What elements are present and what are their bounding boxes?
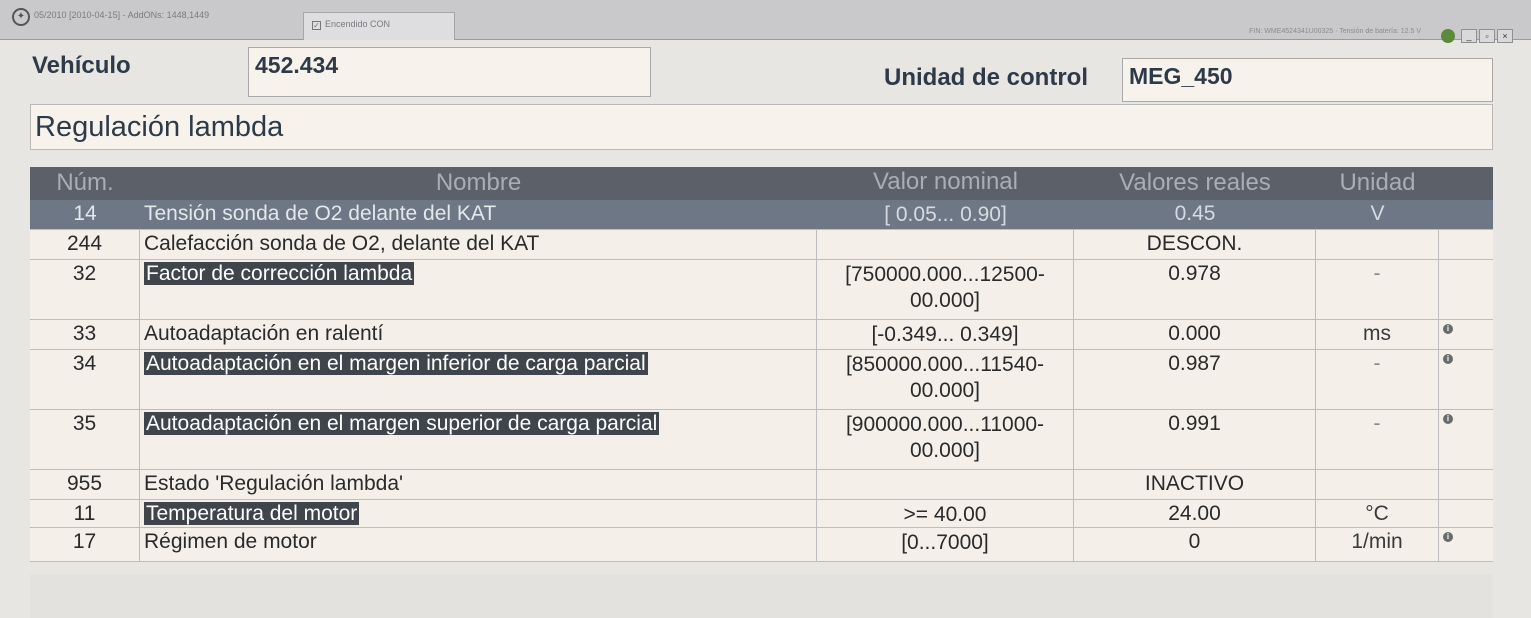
minimize-button[interactable]: _ (1461, 29, 1477, 43)
row-actual: 0.000 (1074, 320, 1316, 349)
row-name: Autoadaptación en ralentí (140, 320, 817, 349)
row-info (1439, 200, 1493, 229)
row-info: i (1439, 410, 1493, 469)
row-actual: 0.45 (1174, 202, 1216, 225)
row-name: Temperatura del motor (140, 500, 817, 527)
row-num: 35 (30, 410, 140, 469)
row-nominal: >= 40.00 (817, 500, 1074, 527)
row-name: Estado 'Regulación lambda' (140, 470, 817, 499)
section-title: Regulación lambda (30, 104, 1493, 150)
ecu-field: MEG_450 (1122, 58, 1493, 102)
row-unit (1316, 230, 1439, 259)
info-icon[interactable]: i (1443, 354, 1453, 364)
row-info (1439, 470, 1493, 499)
ecu-label: Unidad de control (884, 64, 1088, 91)
row-nominal: [0...7000] (817, 528, 1074, 561)
row-unit: - (1316, 350, 1439, 409)
col-nominal-header[interactable]: Valor nominal (817, 167, 1074, 200)
row-actual: 0 (1074, 528, 1316, 561)
col-unit-header[interactable]: Unidad (1316, 167, 1439, 200)
col-actual-header[interactable]: Valores reales (1074, 167, 1316, 200)
table-header: Núm. Nombre Valor nominal Valores reales… (30, 167, 1493, 200)
col-info-header (1439, 167, 1493, 200)
row-actual: 0.987 (1074, 350, 1316, 409)
row-num: 955 (30, 470, 140, 499)
table-row[interactable]: 34 Autoadaptación en el margen inferior … (30, 350, 1493, 410)
row-actual: 0.978 (1074, 260, 1316, 319)
row-info: i (1439, 350, 1493, 409)
row-name-highlighted: Factor de corrección lambda (144, 262, 415, 285)
mercedes-star-icon: ✦ (12, 8, 30, 26)
table-row[interactable]: 32 Factor de corrección lambda [750000.0… (30, 260, 1493, 320)
checkbox-icon: ✓ (312, 21, 321, 30)
row-nominal (817, 470, 1074, 499)
row-num: 17 (30, 528, 140, 561)
row-name: Régimen de motor (140, 528, 817, 561)
row-unit: - (1316, 410, 1439, 469)
row-actual: INACTIVO (1074, 470, 1316, 499)
row-num: 244 (30, 230, 140, 259)
table-row[interactable]: 17 Régimen de motor [0...7000] 0 1/min i (30, 528, 1493, 562)
vehicle-field: 452.434 (248, 47, 651, 97)
row-name-highlighted: Temperatura del motor (144, 502, 360, 525)
row-actual: DESCON. (1074, 230, 1316, 259)
col-num-header[interactable]: Núm. (30, 167, 140, 200)
window-titlebar: ✦ 05/2010 [2010-04-15] - AddONs: 1448,14… (0, 0, 1531, 43)
empty-panel-area (30, 574, 1493, 618)
row-name-highlighted: Autoadaptación en el margen inferior de … (144, 352, 648, 375)
info-icon[interactable]: i (1443, 414, 1453, 424)
row-nominal: [ 0.05... 0.90] (884, 203, 1007, 226)
row-num: 11 (30, 500, 140, 527)
info-icon[interactable]: i (1443, 532, 1453, 542)
tab-ignition-label: Encendido CON (325, 19, 391, 29)
globe-icon[interactable] (1441, 29, 1455, 43)
info-icon[interactable]: i (1443, 324, 1453, 334)
row-unit (1316, 470, 1439, 499)
table-row[interactable]: 14 Tensión sonda de O2 delante del KAT [… (30, 200, 1493, 230)
table-row[interactable]: 244 Calefacción sonda de O2, delante del… (30, 230, 1493, 260)
table-row[interactable]: 11 Temperatura del motor >= 40.00 24.00 … (30, 500, 1493, 528)
row-name: Factor de corrección lambda (140, 260, 817, 319)
row-nominal: [750000.000...12500-00.000] (817, 260, 1074, 319)
table-row[interactable]: 33 Autoadaptación en ralentí [-0.349... … (30, 320, 1493, 350)
table-row[interactable]: 35 Autoadaptación en el margen superior … (30, 410, 1493, 470)
row-unit: - (1316, 260, 1439, 319)
row-name: Calefacción sonda de O2, delante del KAT (140, 230, 817, 259)
row-name: Autoadaptación en el margen inferior de … (140, 350, 817, 409)
window-controls: _ ▫ × (1441, 29, 1513, 43)
row-nominal: [850000.000...11540-00.000] (817, 350, 1074, 409)
close-button[interactable]: × (1497, 29, 1513, 43)
row-unit: ms (1316, 320, 1439, 349)
table-row[interactable]: 955 Estado 'Regulación lambda' INACTIVO (30, 470, 1493, 500)
row-nominal (817, 230, 1074, 259)
col-name-header[interactable]: Nombre (140, 167, 817, 200)
row-unit: °C (1316, 500, 1439, 527)
row-nominal: [900000.000...11000-00.000] (817, 410, 1074, 469)
row-info: i (1439, 320, 1493, 349)
row-name: Autoadaptación en el margen superior de … (140, 410, 817, 469)
row-num: 32 (30, 260, 140, 319)
row-actual: 24.00 (1074, 500, 1316, 527)
row-name: Tensión sonda de O2 delante del KAT (144, 202, 497, 225)
row-num: 34 (30, 350, 140, 409)
row-name-highlighted: Autoadaptación en el margen superior de … (144, 412, 660, 435)
row-info (1439, 230, 1493, 259)
row-unit: V (1370, 202, 1385, 225)
vehicle-status-text: FIN: WME4524341U00325 · Tensión de bater… (1249, 28, 1421, 35)
tab-ignition[interactable]: ✓ Encendido CON (303, 12, 455, 40)
row-info: i (1439, 528, 1493, 561)
maximize-button[interactable]: ▫ (1479, 29, 1495, 43)
row-num: 33 (30, 320, 140, 349)
row-num: 14 (73, 202, 97, 225)
row-nominal: [-0.349... 0.349] (817, 320, 1074, 349)
row-info (1439, 260, 1493, 319)
values-table: Núm. Nombre Valor nominal Valores reales… (30, 167, 1493, 562)
row-unit: 1/min (1316, 528, 1439, 561)
row-info (1439, 500, 1493, 527)
app-title: 05/2010 [2010-04-15] - AddONs: 1448,1449 (34, 10, 210, 20)
row-actual: 0.991 (1074, 410, 1316, 469)
vehicle-label: Vehículo (32, 52, 131, 79)
